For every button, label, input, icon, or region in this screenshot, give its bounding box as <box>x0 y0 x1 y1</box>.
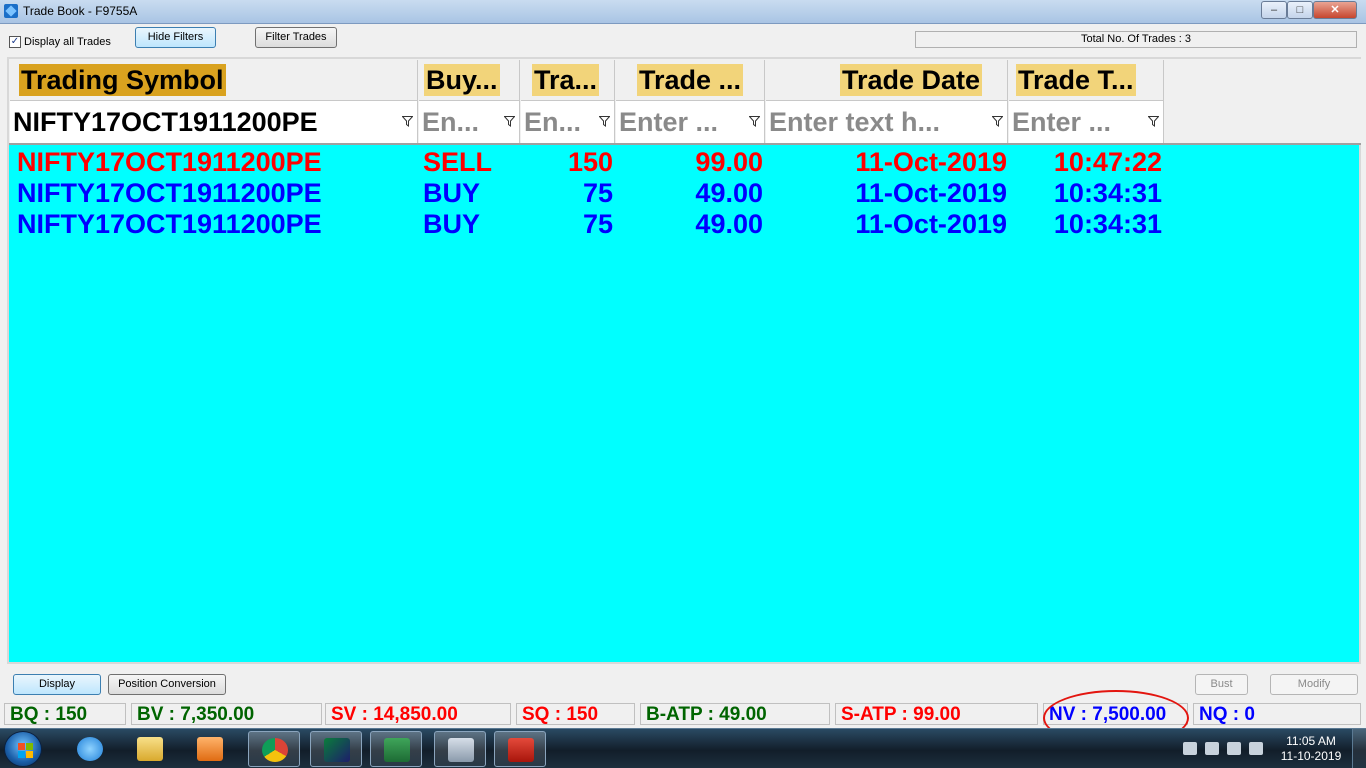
windows-taskbar: 11:05 AM 11-10-2019 <box>0 728 1366 768</box>
filter-funnel-icon[interactable] <box>504 116 515 127</box>
filter-cell-trading-symbol[interactable]: NIFTY17OCT1911200PE <box>10 101 418 143</box>
trade-grid[interactable]: Trading Symbol Buy... Tra... Trade ... T… <box>7 57 1361 664</box>
row-side: BUY <box>423 209 481 239</box>
filter-input-trade-time[interactable]: Enter ... <box>1012 107 1111 137</box>
start-button[interactable] <box>4 731 42 767</box>
internet-explorer-icon[interactable] <box>64 731 116 767</box>
header-label: Tra... <box>532 64 600 96</box>
filter-input-trading-symbol[interactable]: NIFTY17OCT1911200PE <box>13 107 318 137</box>
total-trades-count: Total No. Of Trades : 3 <box>915 31 1357 48</box>
filter-trades-button[interactable]: Filter Trades <box>255 27 337 48</box>
sell-quantity-status: SQ : 150 <box>516 703 635 725</box>
row-date: 11-Oct-2019 <box>855 147 1007 177</box>
header-label: Trading Symbol <box>19 64 226 96</box>
sell-value-status: SV : 14,850.00 <box>325 703 511 725</box>
windows-explorer-icon[interactable] <box>124 731 176 767</box>
sell-atp-status: S-ATP : 99.00 <box>835 703 1038 725</box>
system-clock[interactable]: 11:05 AM 11-10-2019 <box>1278 734 1344 764</box>
header-row: Trading Symbol Buy... Tra... Trade ... T… <box>9 59 1361 101</box>
filter-funnel-icon[interactable] <box>402 116 413 127</box>
column-header-trade-date[interactable]: Trade Date <box>766 60 1008 101</box>
row-price: 49.00 <box>695 178 763 208</box>
header-label: Trade ... <box>637 64 744 96</box>
row-date: 11-Oct-2019 <box>855 209 1007 239</box>
column-header-trade-price[interactable]: Trade ... <box>616 60 765 101</box>
close-button[interactable]: ✕ <box>1313 1 1357 19</box>
filter-input-trade-date[interactable]: Enter text h... <box>769 107 940 137</box>
row-symbol: NIFTY17OCT1911200PE <box>17 178 322 208</box>
column-header-trade-time[interactable]: Trade T... <box>1009 60 1164 101</box>
trading-terminal-icon[interactable] <box>310 731 362 767</box>
net-quantity-status: NQ : 0 <box>1193 703 1361 725</box>
row-quantity: 150 <box>567 147 613 177</box>
display-button[interactable]: Display <box>13 674 101 695</box>
windows-logo-icon <box>18 743 34 758</box>
row-symbol: NIFTY17OCT1911200PE <box>17 147 322 177</box>
show-desktop-button[interactable] <box>1352 729 1366 768</box>
app-icon <box>4 4 18 18</box>
filter-cell-trade-time[interactable]: Enter ... <box>1009 101 1164 143</box>
media-player-icon[interactable] <box>184 731 236 767</box>
signal-icon[interactable] <box>1227 742 1241 755</box>
title-bar: Trade Book - F9755A ‒ □ ✕ <box>0 0 1366 24</box>
window-title: Trade Book - F9755A <box>23 4 138 18</box>
filter-cell-trade-date[interactable]: Enter text h... <box>766 101 1008 143</box>
table-row[interactable]: NIFTY17OCT1911200PE BUY 75 49.00 11-Oct-2019… <box>9 209 1361 240</box>
modify-button[interactable]: Modify <box>1270 674 1358 695</box>
row-side: BUY <box>423 178 481 208</box>
row-quantity: 75 <box>582 209 613 239</box>
acrobat-icon[interactable] <box>494 731 546 767</box>
clock-date: 11-10-2019 <box>1280 749 1342 763</box>
filter-cell-buy-sell[interactable]: En... <box>419 101 520 143</box>
display-all-label[interactable]: Display all Trades <box>24 36 111 48</box>
filter-input-trade-price[interactable]: Enter ... <box>619 107 718 137</box>
column-header-trading-symbol[interactable]: Trading Symbol <box>10 60 418 101</box>
row-time: 10:34:31 <box>1053 178 1162 208</box>
power-icon[interactable] <box>1205 742 1219 755</box>
filter-funnel-icon[interactable] <box>1148 116 1159 127</box>
filter-input-buy-sell[interactable]: En... <box>422 107 479 137</box>
filter-funnel-icon[interactable] <box>749 116 760 127</box>
row-symbol: NIFTY17OCT1911200PE <box>17 209 322 239</box>
row-price: 49.00 <box>695 209 763 239</box>
buy-quantity-status: BQ : 150 <box>4 703 126 725</box>
buy-value-status: BV : 7,350.00 <box>131 703 322 725</box>
header-label: Buy... <box>424 64 500 96</box>
row-time: 10:47:22 <box>1053 147 1162 177</box>
row-quantity: 75 <box>582 178 613 208</box>
header-label: Trade T... <box>1016 64 1136 96</box>
maximize-button[interactable]: □ <box>1287 1 1313 19</box>
excel-icon[interactable] <box>370 731 422 767</box>
filter-funnel-icon[interactable] <box>992 116 1003 127</box>
position-conversion-button[interactable]: Position Conversion <box>108 674 226 695</box>
row-price: 99.00 <box>695 147 763 177</box>
column-header-buy-sell[interactable]: Buy... <box>419 60 520 101</box>
header-label: Trade Date <box>840 64 983 96</box>
filter-cell-traded-qty[interactable]: En... <box>521 101 615 143</box>
filter-funnel-icon[interactable] <box>599 116 610 127</box>
row-date: 11-Oct-2019 <box>855 178 1007 208</box>
row-side: SELL <box>423 147 493 177</box>
table-row[interactable]: NIFTY17OCT1911200PE SELL 150 99.00 11-Oct-20… <box>9 147 1361 178</box>
network-warning-icon[interactable] <box>1183 742 1197 755</box>
filter-input-traded-qty[interactable]: En... <box>524 107 581 137</box>
hide-filters-button[interactable]: Hide Filters <box>135 27 216 48</box>
row-time: 10:34:31 <box>1053 209 1162 239</box>
filter-row: NIFTY17OCT1911200PE En... En... Enter ..… <box>9 101 1361 145</box>
column-header-traded-qty[interactable]: Tra... <box>521 60 615 101</box>
clock-time: 11:05 AM <box>1286 734 1336 748</box>
display-all-checkbox[interactable]: ✓ <box>9 36 21 48</box>
filter-cell-trade-price[interactable]: Enter ... <box>616 101 765 143</box>
bust-button[interactable]: Bust <box>1195 674 1248 695</box>
buy-atp-status: B-ATP : 49.00 <box>640 703 830 725</box>
chrome-icon[interactable] <box>248 731 300 767</box>
calculator-icon[interactable] <box>434 731 486 767</box>
table-row[interactable]: NIFTY17OCT1911200PE BUY 75 49.00 11-Oct-2019… <box>9 178 1361 209</box>
minimize-button[interactable]: ‒ <box>1261 1 1287 19</box>
volume-icon[interactable] <box>1249 742 1263 755</box>
